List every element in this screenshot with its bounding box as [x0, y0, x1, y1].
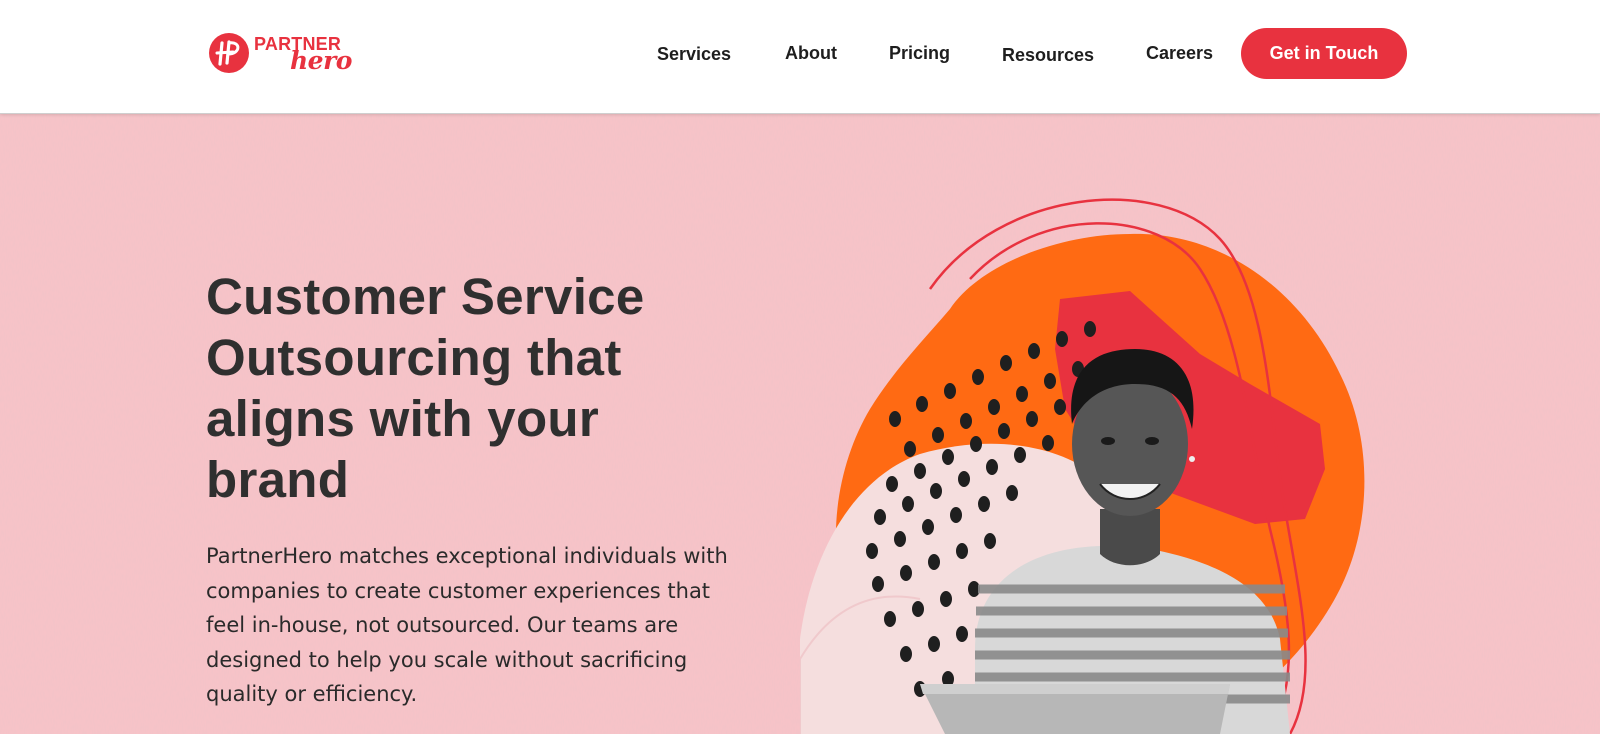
headline-line: Customer Service	[206, 268, 645, 325]
partnerhero-monogram-icon	[209, 33, 249, 73]
nav-link-services[interactable]: Services	[657, 44, 731, 65]
hero-section: Customer Service Outsourcing that aligns…	[0, 114, 1600, 734]
nav-link-about[interactable]: About	[785, 43, 837, 64]
hero-description: PartnerHero matches exceptional individu…	[206, 544, 728, 706]
nav-link-resources[interactable]: Resources	[1002, 45, 1094, 66]
site-header: PARTNER hero Services About Pricing Reso…	[0, 0, 1600, 114]
smiling-person-with-laptop-illustration	[800, 198, 1365, 734]
partnerhero-logo[interactable]: PARTNER hero	[208, 30, 352, 76]
logo-wordmark-hero: hero	[290, 46, 352, 75]
nav-link-careers[interactable]: Careers	[1146, 43, 1213, 64]
headline-line: brand	[206, 451, 350, 508]
headline-line: aligns with your	[206, 390, 600, 447]
nav-link-pricing[interactable]: Pricing	[889, 43, 950, 64]
headline-line: Outsourcing that	[206, 329, 622, 386]
get-in-touch-button[interactable]: Get in Touch	[1241, 28, 1407, 79]
hero-headline: Customer Service Outsourcing that aligns…	[206, 266, 726, 510]
